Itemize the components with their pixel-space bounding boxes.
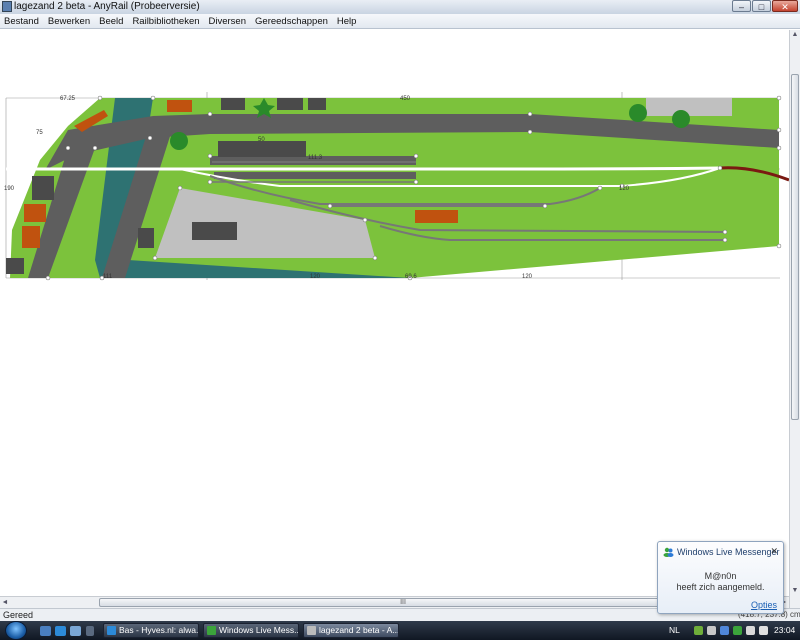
switch-windows-icon[interactable] (70, 626, 81, 636)
clock[interactable]: 23:04 (774, 625, 795, 635)
internet-explorer-icon[interactable] (55, 626, 66, 636)
taskbar-button-label: Windows Live Mess... (219, 625, 299, 635)
taskbar-button-anyrail[interactable]: lagezand 2 beta - A... (303, 623, 399, 638)
notification-options-link[interactable]: Opties (751, 600, 777, 610)
dim-label: 190 (4, 186, 15, 192)
taskbar-button-label: lagezand 2 beta - A... (319, 625, 399, 635)
messenger-notification[interactable]: Windows Live Messenger ✕ M@n0n heeft zic… (657, 541, 784, 614)
volume-icon[interactable] (759, 626, 768, 635)
quicklaunch-more-icon[interactable] (86, 626, 94, 636)
taskbar-button-messenger[interactable]: Windows Live Mess... (203, 623, 299, 638)
layout-canvas[interactable]: 67.25 450 75 50 111.3 120 120 190 69.6 1… (0, 30, 790, 596)
messenger-icon (207, 626, 216, 635)
scroll-grip: III (400, 599, 406, 606)
dim-label: 69.6 (405, 274, 417, 280)
close-button[interactable]: ✕ (772, 0, 798, 12)
tray-icon[interactable] (707, 626, 716, 635)
notification-close-button[interactable]: ✕ (770, 546, 778, 557)
show-desktop-icon[interactable] (40, 626, 51, 636)
menu-beeld[interactable]: Beeld (99, 16, 123, 27)
start-button[interactable] (5, 621, 27, 640)
menu-gereedschappen[interactable]: Gereedschappen (255, 16, 328, 27)
dim-label: 120 (310, 274, 321, 280)
dim-label: 111.3 (308, 155, 323, 161)
menu-bewerken[interactable]: Bewerken (48, 16, 90, 27)
menu-bestand[interactable]: Bestand (4, 16, 39, 27)
minimize-button[interactable]: – (732, 0, 751, 12)
messenger-icon (663, 547, 674, 557)
anyrail-icon (307, 626, 316, 635)
tray-icon[interactable] (694, 626, 703, 635)
scroll-left-arrow[interactable]: ◄ (0, 597, 10, 608)
messenger-tray-icon[interactable] (733, 626, 742, 635)
menu-bar: Bestand Bewerken Beeld Railbibliotheken … (0, 14, 800, 29)
taskbar-button-hyves[interactable]: Bas - Hyves.nl: alwa... (103, 623, 199, 638)
dim-label: 450 (400, 96, 411, 102)
horizontal-scroll-thumb[interactable]: III (99, 598, 707, 607)
status-text: Gereed (3, 610, 34, 620)
vertical-scrollbar[interactable]: ▲ ▼ (789, 30, 800, 608)
dim-label: 120 (522, 274, 533, 280)
window-title: lagezand 2 beta - AnyRail (Probeerversie… (14, 1, 200, 12)
dim-label: 111 (103, 274, 113, 280)
notification-message: heeft zich aangemeld. (676, 582, 765, 592)
notification-title: Windows Live Messenger (677, 547, 780, 557)
network-icon[interactable] (746, 626, 755, 635)
browser-icon (107, 626, 116, 635)
menu-help[interactable]: Help (337, 16, 357, 27)
menu-railbibliotheken[interactable]: Railbibliotheken (132, 16, 199, 27)
notification-user: M@n0n (704, 571, 737, 581)
dim-label: 67.25 (60, 96, 76, 102)
scroll-down-arrow[interactable]: ▼ (790, 586, 800, 596)
dim-label: 75 (36, 130, 43, 136)
vertical-scroll-thumb[interactable] (791, 74, 799, 420)
maximize-button[interactable]: □ (752, 0, 771, 12)
scroll-up-arrow[interactable]: ▲ (790, 30, 800, 40)
tray-icon[interactable] (720, 626, 729, 635)
track-layout-drawing[interactable]: 67.25 450 75 50 111.3 120 120 190 69.6 1… (0, 30, 790, 596)
menu-diversen[interactable]: Diversen (209, 16, 247, 27)
language-indicator[interactable]: NL (669, 625, 680, 635)
dim-label: 120 (619, 186, 630, 192)
title-bar[interactable]: lagezand 2 beta - AnyRail (Probeerversie… (0, 0, 800, 15)
taskbar-button-label: Bas - Hyves.nl: alwa... (119, 625, 199, 635)
dim-label: 50 (258, 137, 265, 143)
window-controls: – □ ✕ (731, 0, 798, 13)
app-icon (2, 1, 12, 12)
taskbar: Bas - Hyves.nl: alwa... Windows Live Mes… (0, 621, 800, 640)
